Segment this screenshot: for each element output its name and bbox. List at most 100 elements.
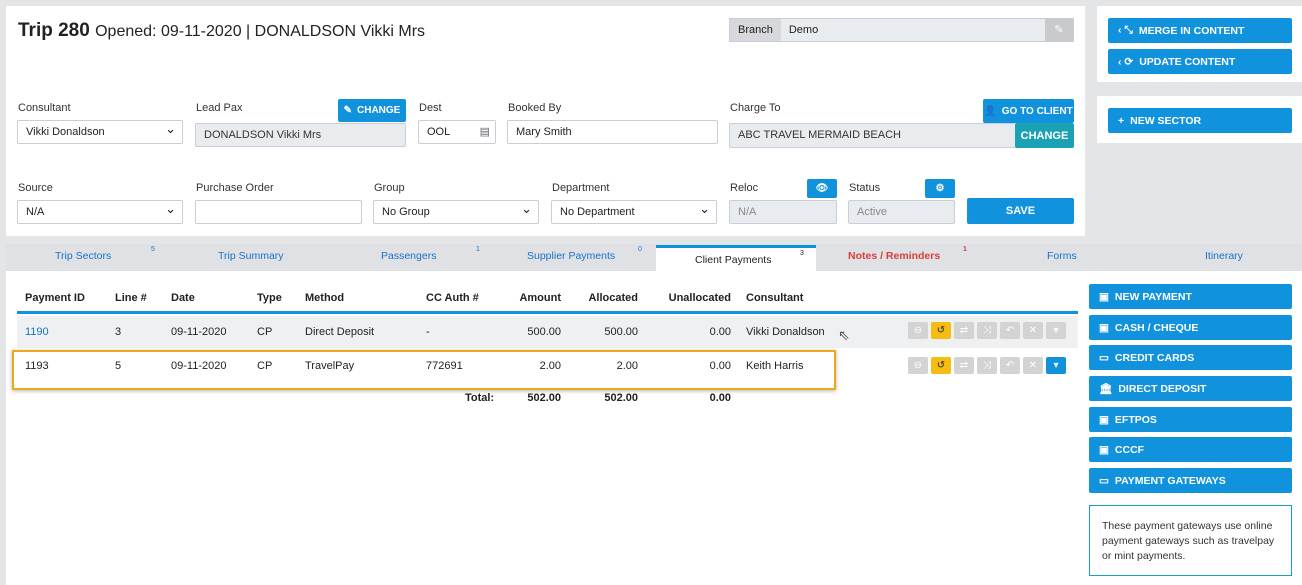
column-header[interactable]: Method xyxy=(305,292,344,304)
table-cell: 772691 xyxy=(426,360,463,372)
save-button[interactable]: SAVE xyxy=(967,198,1074,224)
booked-by-input[interactable]: Mary Smith xyxy=(507,120,718,144)
reloc-field: N/A xyxy=(729,200,837,224)
column-header[interactable]: Date xyxy=(171,292,195,304)
table-cell: 2.00 xyxy=(539,360,561,372)
lead-pax-field: DONALDSON Vikki Mrs xyxy=(195,123,406,147)
plus-icon: + xyxy=(1118,114,1125,127)
payment-id-link: 1193 xyxy=(25,360,49,372)
source-select[interactable]: N/A xyxy=(17,198,183,224)
table-cell: 3 xyxy=(115,326,122,338)
consultant-select[interactable]: Vikki Donaldson xyxy=(17,118,183,144)
refresh-icon: ‹ ⟳ xyxy=(1118,55,1134,68)
table-cell: Keith Harris xyxy=(746,360,804,372)
change-charge-to-button[interactable]: CHANGE xyxy=(1015,123,1074,148)
column-header[interactable]: Unallocated xyxy=(669,292,731,304)
total-label: Total: xyxy=(465,392,495,404)
undo-button[interactable]: ↺ xyxy=(931,357,951,374)
change-lead-pax-button[interactable]: ✎ CHANGE xyxy=(338,99,406,122)
direct-deposit-button[interactable]: 🏛 DIRECT DEPOSIT xyxy=(1089,376,1292,401)
delete-button[interactable]: ✕ xyxy=(1023,357,1043,374)
new-sector-button[interactable]: + NEW SECTOR xyxy=(1108,108,1292,133)
go-to-client-button[interactable]: 👤 GO TO CLIENT xyxy=(983,99,1074,123)
department-select[interactable]: No Department xyxy=(551,198,717,224)
trip-opened: Opened: 09-11-2020 | DONALDSON Vikki Mrs xyxy=(95,23,426,40)
tab-supplier-payments[interactable]: Supplier Payments 0 xyxy=(527,246,642,262)
shuffle-button[interactable]: ⤨ xyxy=(977,322,997,339)
column-header[interactable]: Consultant xyxy=(746,292,803,304)
delete-button[interactable]: ✕ xyxy=(1023,322,1043,339)
user-icon: 👤 xyxy=(984,105,997,117)
update-content-button[interactable]: ‹ ⟳ UPDATE CONTENT xyxy=(1108,49,1292,74)
shuffle-button[interactable]: ⤨ xyxy=(977,357,997,374)
group-label: Group xyxy=(374,182,405,194)
tab-notes-reminders[interactable]: Notes / Reminders 1 xyxy=(848,246,967,262)
tab-client-payments[interactable]: Client Payments 3 xyxy=(695,250,804,266)
consultant-label: Consultant xyxy=(18,102,71,114)
dropdown-button[interactable]: ▾ xyxy=(1046,357,1066,374)
credit-card-icon: ▭ xyxy=(1099,474,1109,487)
eye-icon: 👁 xyxy=(815,183,829,194)
mouse-cursor-icon: ⇖ xyxy=(838,327,850,343)
tab-forms[interactable]: Forms xyxy=(1047,250,1077,262)
department-label: Department xyxy=(552,182,610,194)
deallocate-button[interactable]: ⊖ xyxy=(908,322,928,339)
tab-trip-summary[interactable]: Trip Summary xyxy=(218,250,284,262)
merge-icon: ‹ ⤡ xyxy=(1118,24,1133,36)
dest-input[interactable]: OOL ▤ xyxy=(418,120,496,144)
source-label: Source xyxy=(18,182,53,194)
tab-trip-sectors[interactable]: Trip Sectors 5 xyxy=(55,246,155,262)
view-reloc-button[interactable]: 👁 xyxy=(807,179,837,198)
money-icon: ▣ xyxy=(1099,321,1109,334)
lead-pax-label: Lead Pax xyxy=(196,102,243,114)
purchase-order-input[interactable] xyxy=(195,200,362,224)
payment-gateways-note: These payment gateways use online paymen… xyxy=(1089,505,1292,576)
status-settings-button[interactable]: ⚙ xyxy=(925,179,955,198)
total-amount: 502.00 xyxy=(527,392,561,404)
transfer-button[interactable]: ⇄ xyxy=(954,322,974,339)
branch-label: Branch xyxy=(730,19,781,41)
new-payment-button[interactable]: ▣ NEW PAYMENT xyxy=(1089,284,1292,309)
table-cell: 0.00 xyxy=(709,326,731,338)
credit-cards-button[interactable]: ▭ CREDIT CARDS xyxy=(1089,345,1292,370)
list-icon: ▤ xyxy=(479,126,490,138)
table-cell: CP xyxy=(257,326,273,338)
dest-label: Dest xyxy=(419,102,442,114)
transfer-button[interactable]: ⇄ xyxy=(954,357,974,374)
charge-to-label: Charge To xyxy=(730,102,781,114)
table-cell: TravelPay xyxy=(305,360,355,372)
branch-field: Branch Demo ✎ xyxy=(729,18,1074,42)
column-header[interactable]: Amount xyxy=(519,292,561,304)
gear-icon: ⚙ xyxy=(935,183,945,194)
payment-id-link[interactable]: 1190 xyxy=(25,326,49,338)
edit-branch-button[interactable]: ✎ xyxy=(1045,19,1073,41)
tab-itinerary[interactable]: Itinerary xyxy=(1205,250,1243,262)
column-header[interactable]: Payment ID xyxy=(25,292,85,304)
reply-button[interactable]: ↶ xyxy=(1000,322,1020,339)
tab-bar xyxy=(6,244,1302,271)
reply-button[interactable]: ↶ xyxy=(1000,357,1020,374)
money-icon: ▣ xyxy=(1099,443,1109,456)
status-field: Active xyxy=(848,200,955,224)
table-cell: - xyxy=(426,326,430,338)
row-actions: ⊖ ↺ ⇄ ⤨ ↶ ✕ ▾ xyxy=(908,322,1069,339)
column-header[interactable]: Allocated xyxy=(588,292,638,304)
undo-button[interactable]: ↺ xyxy=(931,322,951,339)
cccf-button[interactable]: ▣ CCCF xyxy=(1089,437,1292,462)
dropdown-button[interactable]: ▾ xyxy=(1046,322,1066,339)
table-cell: 2.00 xyxy=(616,360,638,372)
cash-cheque-button[interactable]: ▣ CASH / CHEQUE xyxy=(1089,315,1292,340)
column-header[interactable]: Line # xyxy=(115,292,147,304)
booked-by-label: Booked By xyxy=(508,102,562,114)
deallocate-button[interactable]: ⊖ xyxy=(908,357,928,374)
column-header[interactable]: Type xyxy=(257,292,282,304)
tab-passengers[interactable]: Passengers 1 xyxy=(381,246,480,262)
merge-in-content-button[interactable]: ‹ ⤡ MERGE IN CONTENT xyxy=(1108,18,1292,43)
reloc-label: Reloc xyxy=(730,182,759,194)
group-select[interactable]: No Group xyxy=(373,198,539,224)
eftpos-button[interactable]: ▣ EFTPOS xyxy=(1089,407,1292,432)
table-cell: 500.00 xyxy=(604,326,638,338)
table-cell: 5 xyxy=(115,360,122,372)
column-header[interactable]: CC Auth # xyxy=(426,292,479,304)
payment-gateways-button[interactable]: ▭ PAYMENT GATEWAYS xyxy=(1089,468,1292,493)
